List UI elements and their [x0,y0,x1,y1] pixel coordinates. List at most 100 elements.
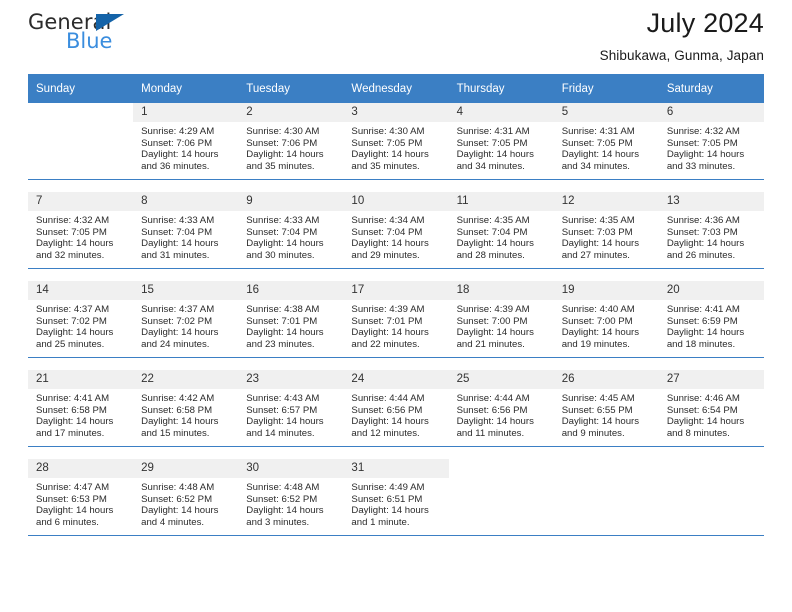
day-cell-inner: 27 Sunrise: 4:46 AM Sunset: 6:54 PM Dayligh… [658,370,764,446]
sunrise-time: Sunrise: 4:39 AM [456,304,530,315]
day-cell-inner: 18 Sunrise: 4:39 AM Sunset: 7:00 PM Dayligh… [448,281,554,357]
sunset-time: Sunset: 7:02 PM [141,315,213,327]
sunset-time: Sunset: 7:05 PM [666,137,738,149]
day-number: 16 [238,281,344,300]
daylight-duration-line2: and 34 minutes. [561,160,630,172]
calendar-day-cell[interactable]: 28 Sunrise: 4:47 AM Sunset: 6:53 PM Dayligh… [28,459,134,536]
daylight-duration-line1: Daylight: 14 hours [36,238,114,250]
calendar-day-cell[interactable]: 25 Sunrise: 4:44 AM Sunset: 6:56 PM Dayligh… [448,370,554,447]
sunrise-time: Sunrise: 4:29 AM [141,126,215,137]
day-cell-inner: 16 Sunrise: 4:38 AM Sunset: 7:01 PM Dayligh… [238,281,344,357]
sunset-time: Sunset: 7:03 PM [666,226,738,238]
sunrise-time: Sunrise: 4:32 AM [666,126,740,137]
sunrise-time: Sunrise: 4:49 AM [351,482,425,493]
calendar-day-cell[interactable]: 26 Sunrise: 4:45 AM Sunset: 6:55 PM Dayligh… [553,370,659,447]
calendar-day-cell[interactable]: 6 Sunrise: 4:32 AM Sunset: 7:05 PM Daylight… [658,103,764,180]
day-number: 18 [448,281,554,300]
calendar-day-cell[interactable]: 11 Sunrise: 4:35 AM Sunset: 7:04 PM Dayligh… [448,192,554,269]
day-cell-inner: 26 Sunrise: 4:45 AM Sunset: 6:55 PM Dayligh… [553,370,659,446]
calendar-day-cell[interactable]: 20 Sunrise: 4:41 AM Sunset: 6:59 PM Dayligh… [658,281,764,358]
daylight-duration-line1: Daylight: 14 hours [36,416,114,428]
daylight-duration-line1: Daylight: 14 hours [141,505,219,517]
daylight-duration-line2: and 27 minutes. [561,249,630,261]
day-number [448,459,554,478]
general-blue-logo[interactable]: General Blue [28,12,198,60]
calendar-day-cell[interactable]: 17 Sunrise: 4:39 AM Sunset: 7:01 PM Dayligh… [343,281,449,358]
calendar-day-cell[interactable]: 2 Sunrise: 4:30 AM Sunset: 7:06 PM Daylight… [238,103,344,180]
calendar-day-cell[interactable]: 30 Sunrise: 4:48 AM Sunset: 6:52 PM Dayligh… [238,459,344,536]
calendar-day-cell[interactable]: 10 Sunrise: 4:34 AM Sunset: 7:04 PM Dayligh… [343,192,449,269]
calendar-day-cell[interactable]: 4 Sunrise: 4:31 AM Sunset: 7:05 PM Daylight… [448,103,554,180]
week-separator-line [28,446,764,459]
sunrise-time: Sunrise: 4:33 AM [246,215,320,226]
calendar-day-cell[interactable]: 15 Sunrise: 4:37 AM Sunset: 7:02 PM Dayligh… [133,281,239,358]
calendar-day-cell[interactable]: 31 Sunrise: 4:49 AM Sunset: 6:51 PM Dayligh… [343,459,449,536]
day-cell-inner: 19 Sunrise: 4:40 AM Sunset: 7:00 PM Dayligh… [553,281,659,357]
daylight-duration-line1: Daylight: 14 hours [141,238,219,250]
daylight-duration-line2: and 28 minutes. [456,249,525,261]
day-number [28,103,134,122]
day-number: 11 [448,192,554,211]
daylight-duration-line2: and 1 minute. [351,516,410,528]
calendar-day-cell[interactable]: 19 Sunrise: 4:40 AM Sunset: 7:00 PM Dayligh… [553,281,659,358]
calendar-day-cell[interactable]: 22 Sunrise: 4:42 AM Sunset: 6:58 PM Dayligh… [133,370,239,447]
calendar-cell-empty [553,459,659,536]
day-details: Sunrise: 4:39 AM Sunset: 7:00 PM Daylight:… [449,300,554,350]
day-details: Sunrise: 4:49 AM Sunset: 6:51 PM Daylight:… [343,478,448,528]
day-number: 2 [238,103,344,122]
calendar-day-cell[interactable]: 7 Sunrise: 4:32 AM Sunset: 7:05 PM Daylight… [28,192,134,269]
daylight-duration-line1: Daylight: 14 hours [141,149,219,161]
daylight-duration-line2: and 36 minutes. [141,160,210,172]
calendar-day-cell[interactable]: 3 Sunrise: 4:30 AM Sunset: 7:05 PM Daylight… [343,103,449,180]
sunrise-time: Sunrise: 4:36 AM [666,215,740,226]
calendar-day-cell[interactable]: 8 Sunrise: 4:33 AM Sunset: 7:04 PM Daylight… [133,192,239,269]
sunrise-time: Sunrise: 4:37 AM [36,304,110,315]
daylight-duration-line2: and 4 minutes. [141,516,205,528]
day-cell-inner: 2 Sunrise: 4:30 AM Sunset: 7:06 PM Daylight… [238,103,344,179]
day-cell-inner: 25 Sunrise: 4:44 AM Sunset: 6:56 PM Dayligh… [448,370,554,446]
calendar-day-cell[interactable]: 27 Sunrise: 4:46 AM Sunset: 6:54 PM Dayligh… [658,370,764,447]
calendar-day-cell[interactable]: 1 Sunrise: 4:29 AM Sunset: 7:06 PM Daylight… [133,103,239,180]
sunrise-time: Sunrise: 4:30 AM [351,126,425,137]
calendar-day-cell[interactable]: 23 Sunrise: 4:43 AM Sunset: 6:57 PM Dayligh… [238,370,344,447]
day-number: 12 [553,192,659,211]
calendar-week-row: 1 Sunrise: 4:29 AM Sunset: 7:06 PM Daylight… [28,103,764,180]
calendar-day-cell[interactable]: 29 Sunrise: 4:48 AM Sunset: 6:52 PM Dayligh… [133,459,239,536]
day-cell-inner: 12 Sunrise: 4:35 AM Sunset: 7:03 PM Dayligh… [553,192,659,268]
day-cell-inner: 21 Sunrise: 4:41 AM Sunset: 6:58 PM Dayligh… [28,370,134,446]
daylight-duration-line1: Daylight: 14 hours [246,238,324,250]
calendar-cell-empty [448,459,554,536]
sunset-time: Sunset: 7:01 PM [351,315,423,327]
day-details: Sunrise: 4:35 AM Sunset: 7:03 PM Daylight:… [554,211,659,261]
calendar-day-cell[interactable]: 18 Sunrise: 4:39 AM Sunset: 7:00 PM Dayligh… [448,281,554,358]
day-number: 27 [658,370,764,389]
daylight-duration-line1: Daylight: 14 hours [666,327,745,339]
day-cell-inner: 29 Sunrise: 4:48 AM Sunset: 6:52 PM Dayligh… [133,459,239,535]
daylight-duration-line2: and 25 minutes. [36,338,105,350]
day-cell-inner: 31 Sunrise: 4:49 AM Sunset: 6:51 PM Dayligh… [343,459,449,535]
daylight-duration-line2: and 12 minutes. [351,427,420,439]
daylight-duration-line1: Daylight: 14 hours [36,505,114,517]
day-details: Sunrise: 4:48 AM Sunset: 6:52 PM Daylight:… [238,478,343,528]
day-cell-inner: 4 Sunrise: 4:31 AM Sunset: 7:05 PM Daylight… [448,103,554,179]
sunset-time: Sunset: 7:04 PM [351,226,423,238]
calendar-day-cell[interactable]: 14 Sunrise: 4:37 AM Sunset: 7:02 PM Dayligh… [28,281,134,358]
day-number: 7 [28,192,134,211]
daylight-duration-line2: and 17 minutes. [36,427,105,439]
calendar-day-cell[interactable]: 12 Sunrise: 4:35 AM Sunset: 7:03 PM Dayligh… [553,192,659,269]
day-details: Sunrise: 4:45 AM Sunset: 6:55 PM Daylight:… [554,389,659,439]
calendar-day-cell[interactable]: 9 Sunrise: 4:33 AM Sunset: 7:04 PM Daylight… [238,192,344,269]
sunrise-time: Sunrise: 4:40 AM [561,304,635,315]
calendar-day-cell[interactable]: 21 Sunrise: 4:41 AM Sunset: 6:58 PM Dayligh… [28,370,134,447]
day-details: Sunrise: 4:44 AM Sunset: 6:56 PM Daylight:… [343,389,448,439]
daylight-duration-line2: and 32 minutes. [36,249,105,261]
calendar-week-row: 28 Sunrise: 4:47 AM Sunset: 6:53 PM Dayligh… [28,459,764,536]
daylight-duration-line2: and 29 minutes. [351,249,420,261]
calendar-day-cell[interactable]: 13 Sunrise: 4:36 AM Sunset: 7:03 PM Dayligh… [658,192,764,269]
day-cell-inner: 1 Sunrise: 4:29 AM Sunset: 7:06 PM Daylight… [133,103,239,179]
calendar-day-cell[interactable]: 16 Sunrise: 4:38 AM Sunset: 7:01 PM Dayligh… [238,281,344,358]
calendar-day-cell[interactable]: 5 Sunrise: 4:31 AM Sunset: 7:05 PM Daylight… [553,103,659,180]
calendar-day-cell[interactable]: 24 Sunrise: 4:44 AM Sunset: 6:56 PM Dayligh… [343,370,449,447]
sunrise-time: Sunrise: 4:44 AM [351,393,425,404]
week-separator-line [28,268,764,281]
